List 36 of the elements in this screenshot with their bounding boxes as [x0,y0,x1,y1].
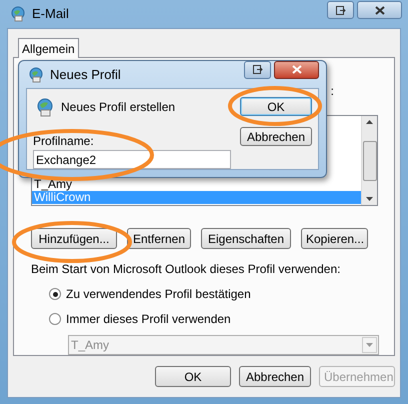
restore-icon [252,65,262,74]
globe-mail-icon [28,66,44,82]
startup-label: Beim Start von Microsoft Outlook dieses Profil verwenden: [31,261,342,278]
close-icon [374,6,384,14]
dialog-title: Neues Profil [50,66,121,84]
globe-mail-icon [35,97,55,117]
tab[interactable]: Allgemein [18,38,79,58]
scroll-down-icon[interactable] [366,197,373,201]
footer-button[interactable]: OK [155,366,231,387]
radio-button[interactable] [49,288,61,300]
restore-icon [336,6,346,14]
profile-name-field[interactable]: Exchange2 [33,150,231,169]
caret-icon [366,343,373,347]
globe-mail-icon [10,6,26,22]
dialog-button[interactable]: Abbrechen [240,127,312,146]
radio-button[interactable] [49,313,61,325]
profiles-label: : [330,83,334,98]
close-button[interactable] [357,1,402,19]
close-icon [292,65,302,74]
restore-button[interactable] [244,60,271,78]
profile-list-item[interactable]: T_Amy [32,178,361,191]
profile-button[interactable]: Entfernen [127,228,191,249]
window-title: E-Mail [32,5,69,24]
close-button[interactable] [274,60,319,78]
radio-option[interactable]: Zu verwendendes Profil bestätigen [49,285,378,303]
radio-option[interactable]: Immer dieses Profil verwenden [49,310,378,328]
field-label: Profilname: [33,134,95,148]
dialog-heading: Neues Profil erstellen [61,99,176,116]
scroll-up-icon[interactable] [366,120,373,124]
scrollbar[interactable] [361,116,377,205]
profile-button[interactable]: Kopieren... [301,228,368,249]
profile-button[interactable]: Hinzufügen... [31,228,117,249]
dialog-button[interactable]: OK [240,97,312,116]
profile-button[interactable]: Eigenschaften [201,228,291,249]
restore-button[interactable] [327,1,354,19]
footer-button[interactable]: Abbrechen [239,366,311,387]
